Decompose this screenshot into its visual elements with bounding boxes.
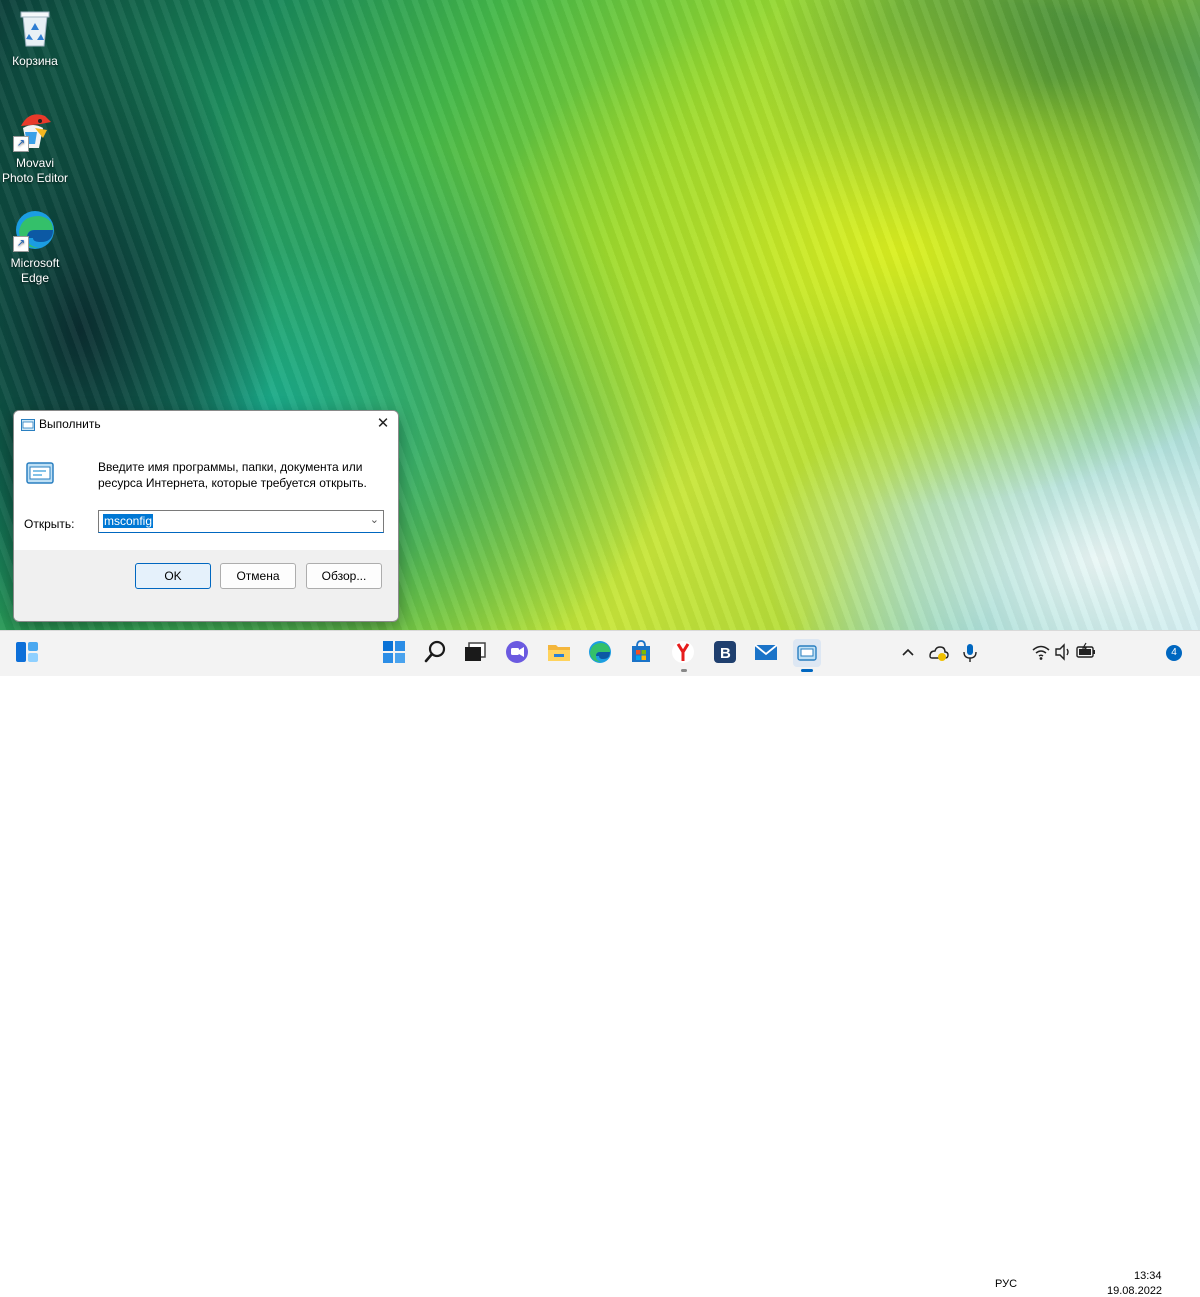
desktop-icon-label: Microsoft Edge — [10, 256, 60, 285]
open-label: Открыть: — [24, 517, 75, 531]
start-icon[interactable] — [381, 639, 409, 667]
taskbar: B РУС 13:34 19.08.2022 — [0, 630, 1200, 1297]
language-indicator[interactable]: РУС — [995, 1278, 1017, 1290]
running-indicator — [681, 669, 687, 672]
wifi-icon[interactable] — [1031, 639, 1051, 667]
run-program-icon — [26, 462, 54, 489]
edge-taskbar-icon[interactable] — [587, 639, 615, 667]
chevron-up-icon[interactable] — [898, 639, 918, 667]
dialog-description: Введите имя программы, папки, документа … — [98, 460, 367, 490]
desktop-icon-label: Movavi Photo Editor — [1, 156, 69, 185]
desktop-icon-label: Корзина — [12, 54, 58, 68]
active-app-indicator — [801, 669, 813, 672]
run-small-icon — [21, 418, 35, 436]
recycle-bin-icon — [13, 6, 57, 50]
desktop-icon-movavi[interactable]: ↗ Movavi Photo Editor — [0, 108, 70, 186]
chat-icon[interactable] — [504, 639, 532, 667]
desktop-icon-edge[interactable]: ↗ Microsoft Edge — [0, 208, 70, 286]
svg-text:B: B — [720, 645, 731, 662]
volume-icon[interactable] — [1053, 639, 1073, 667]
chevron-down-icon[interactable]: ⌄ — [370, 513, 379, 526]
clock-time[interactable]: 13:34 — [1134, 1270, 1162, 1282]
mail-icon[interactable] — [753, 639, 781, 667]
b-app-icon[interactable]: B — [712, 639, 740, 667]
dialog-footer: OK Отмена Обзор... — [14, 550, 398, 620]
cancel-button[interactable]: Отмена — [220, 563, 296, 589]
microphone-icon[interactable] — [960, 639, 980, 667]
open-combobox[interactable]: msconfig ⌄ — [98, 510, 384, 533]
ok-button[interactable]: OK — [135, 563, 211, 589]
notification-badge[interactable]: 4 — [1166, 645, 1182, 661]
shortcut-arrow-icon: ↗ — [13, 136, 29, 152]
shortcut-arrow-icon: ↗ — [13, 236, 29, 252]
edge-icon: ↗ — [13, 208, 57, 252]
dialog-body: Введите имя программы, папки, документа … — [14, 437, 398, 550]
store-icon[interactable] — [628, 639, 656, 667]
open-input-value[interactable]: msconfig — [103, 514, 154, 528]
onedrive-warning-icon[interactable] — [927, 639, 949, 667]
battery-charging-icon[interactable] — [1075, 639, 1097, 667]
yandex-browser-icon[interactable] — [670, 639, 698, 667]
widgets-icon[interactable] — [14, 639, 42, 667]
desktop-icon-recycle-bin[interactable]: Корзина — [0, 6, 70, 69]
task-view-icon[interactable] — [462, 639, 490, 667]
run-taskbar-icon[interactable] — [793, 639, 821, 667]
movavi-icon: ↗ — [13, 108, 57, 152]
close-icon[interactable]: ✕ — [368, 411, 398, 437]
browse-button[interactable]: Обзор... — [306, 563, 382, 589]
dialog-title: Выполнить — [39, 417, 101, 431]
file-explorer-icon[interactable] — [546, 639, 574, 667]
clock-date[interactable]: 19.08.2022 — [1107, 1285, 1162, 1297]
dialog-titlebar[interactable]: Выполнить ✕ — [14, 411, 398, 437]
run-dialog: Выполнить ✕ Введите имя программы, папки… — [13, 410, 399, 622]
search-icon[interactable] — [422, 639, 450, 667]
